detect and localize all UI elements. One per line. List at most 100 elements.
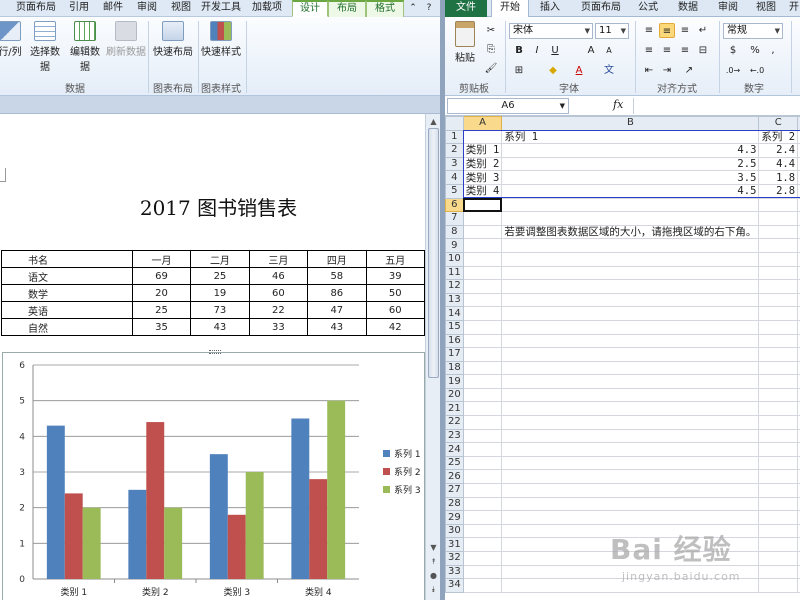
- row-header[interactable]: 15: [445, 319, 464, 335]
- decrease-decimal-icon[interactable]: ←.0: [749, 63, 765, 78]
- tab-references[interactable]: 引用: [62, 0, 96, 17]
- row-header[interactable]: 20: [445, 387, 464, 403]
- sheet-cell[interactable]: [501, 306, 760, 321]
- merge-center-icon[interactable]: ⊟: [695, 43, 711, 58]
- sheet-cell[interactable]: [758, 455, 799, 471]
- sheet-cell[interactable]: [758, 279, 799, 294]
- sheet-cell[interactable]: [758, 251, 799, 267]
- sheet-cell[interactable]: [501, 333, 760, 349]
- formula-input[interactable]: [633, 98, 800, 114]
- tab-formulas[interactable]: 公式: [631, 0, 665, 17]
- shrink-font-button[interactable]: A: [601, 43, 617, 58]
- column-header[interactable]: B: [501, 116, 760, 131]
- column-header[interactable]: A: [462, 116, 503, 131]
- sheet-cell[interactable]: [501, 347, 760, 362]
- sheet-cell[interactable]: [462, 374, 503, 389]
- align-top-icon[interactable]: ≡: [641, 23, 657, 38]
- sheet-cell[interactable]: 2.8: [758, 183, 799, 199]
- switch-row-col-button[interactable]: 行/列: [0, 21, 26, 58]
- row-header[interactable]: 10: [445, 251, 464, 267]
- edit-data-button[interactable]: 编辑数据: [66, 21, 104, 73]
- sheet-cell[interactable]: [462, 306, 503, 321]
- tab-view[interactable]: 视图: [164, 0, 198, 17]
- help-icon[interactable]: ?: [422, 0, 436, 17]
- select-all-corner[interactable]: [445, 116, 464, 131]
- sheet-cell[interactable]: [758, 360, 799, 376]
- tab-chart-format[interactable]: 格式: [366, 0, 404, 17]
- sheet-cell[interactable]: [501, 401, 760, 417]
- font-size-select[interactable]: 11 ▼: [595, 23, 629, 39]
- scroll-up-icon[interactable]: ▲: [428, 116, 439, 127]
- tab-page-layout[interactable]: 页面布局: [10, 0, 62, 17]
- row-header[interactable]: 29: [445, 510, 464, 525]
- sheet-cell[interactable]: [501, 374, 760, 389]
- row-header[interactable]: 14: [445, 306, 464, 321]
- tab-addins[interactable]: 加载项: [244, 0, 290, 17]
- row-header[interactable]: 4: [445, 170, 464, 185]
- row-header[interactable]: 2: [445, 143, 464, 158]
- sheet-cell[interactable]: [462, 428, 503, 444]
- embedded-chart[interactable]: 0 1 2 3 4 5 6 类别 1 类别 2 类别 3 类别 4 系列 1 系列 2 系列 3: [2, 350, 425, 600]
- sheet-cell[interactable]: [501, 469, 760, 485]
- tab-review[interactable]: 审阅: [130, 0, 164, 17]
- sheet-cell[interactable]: 类别 3: [462, 170, 503, 185]
- previous-page-icon[interactable]: ⯭: [428, 556, 439, 567]
- sheet-cell[interactable]: [462, 510, 503, 525]
- row-header[interactable]: 30: [445, 523, 464, 539]
- sheet-cell[interactable]: [462, 564, 503, 580]
- sheet-cell[interactable]: 类别 4: [462, 183, 503, 199]
- row-header[interactable]: 24: [445, 442, 464, 457]
- sheet-cell[interactable]: [501, 197, 760, 213]
- sheet-cell[interactable]: [462, 401, 503, 417]
- sheet-cell[interactable]: [501, 442, 760, 457]
- paste-button[interactable]: 粘贴: [451, 21, 479, 64]
- row-header[interactable]: 3: [445, 156, 464, 172]
- sheet-cell[interactable]: [758, 415, 799, 430]
- sheet-cell[interactable]: [758, 224, 799, 240]
- sheet-cell[interactable]: 1.8: [758, 170, 799, 185]
- sheet-cell[interactable]: [462, 333, 503, 349]
- sheet-cell[interactable]: [462, 129, 503, 145]
- sheet-cell[interactable]: [462, 415, 503, 430]
- sheet-cell[interactable]: 3.5: [501, 170, 760, 185]
- sheet-cell[interactable]: [462, 442, 503, 457]
- phonetic-guide-button[interactable]: 文: [601, 63, 617, 78]
- sheet-cell[interactable]: 2.4: [758, 143, 799, 158]
- font-color-button[interactable]: A: [571, 63, 587, 78]
- sheet-cell[interactable]: [501, 428, 760, 444]
- increase-decimal-icon[interactable]: .0→: [725, 63, 741, 78]
- sheet-cell[interactable]: [462, 360, 503, 376]
- sheet-cell[interactable]: 类别 2: [462, 156, 503, 172]
- row-header[interactable]: 32: [445, 551, 464, 566]
- sheet-cell[interactable]: [462, 279, 503, 294]
- row-header[interactable]: 11: [445, 265, 464, 281]
- tab-view[interactable]: 视图: [749, 0, 783, 17]
- decrease-indent-icon[interactable]: ⇤: [641, 63, 657, 78]
- sheet-cell[interactable]: [758, 428, 799, 444]
- sheet-cell[interactable]: [501, 319, 760, 335]
- sheet-cell[interactable]: [758, 483, 799, 498]
- tab-chart-design[interactable]: 设计: [292, 0, 328, 17]
- copy-icon[interactable]: ⎘: [483, 42, 499, 57]
- row-header[interactable]: 1: [445, 129, 464, 145]
- row-header[interactable]: 27: [445, 483, 464, 498]
- sheet-cell[interactable]: [462, 496, 503, 512]
- sheet-cell[interactable]: [501, 251, 760, 267]
- row-header[interactable]: 22: [445, 415, 464, 430]
- tab-insert[interactable]: 插入: [531, 0, 569, 17]
- sheet-cell[interactable]: [462, 224, 503, 240]
- sheet-cell[interactable]: [501, 265, 760, 281]
- tab-chart-layout[interactable]: 布局: [328, 0, 366, 17]
- sheet-cell[interactable]: [501, 483, 760, 498]
- sheet-cell[interactable]: [462, 483, 503, 498]
- sheet-cell[interactable]: [758, 387, 799, 403]
- row-header[interactable]: 9: [445, 238, 464, 253]
- sheet-cell[interactable]: [462, 578, 503, 593]
- row-header[interactable]: 28: [445, 496, 464, 512]
- next-page-icon[interactable]: ⯯: [428, 584, 439, 595]
- percent-format-button[interactable]: %: [747, 43, 763, 58]
- sheet-cell[interactable]: [462, 523, 503, 539]
- sheet-cell[interactable]: 4.4: [758, 156, 799, 172]
- tab-review[interactable]: 审阅: [711, 0, 745, 17]
- row-header[interactable]: 23: [445, 428, 464, 444]
